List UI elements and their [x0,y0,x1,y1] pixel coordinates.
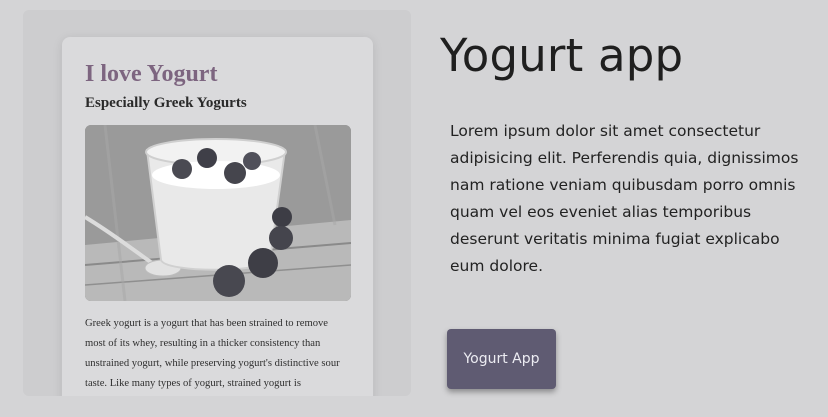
app-preview: I love Yogurt Especially Greek Yogurts G… [23,10,411,396]
page-description: Lorem ipsum dolor sit amet consectetur a… [450,122,799,275]
page: I love Yogurt Especially Greek Yogurts G… [0,0,828,417]
yogurt-card: I love Yogurt Especially Greek Yogurts G… [62,37,373,396]
yogurt-photo [85,125,351,301]
card-description: Greek yogurt is a yogurt that has been s… [85,318,340,389]
page-title: Yogurt app [440,29,684,82]
yogurt-app-button[interactable]: Yogurt App [447,329,556,389]
yogurt-illustration [85,125,351,301]
card-subtitle: Especially Greek Yogurts [85,95,247,111]
card-title: I love Yogurt [85,61,218,87]
